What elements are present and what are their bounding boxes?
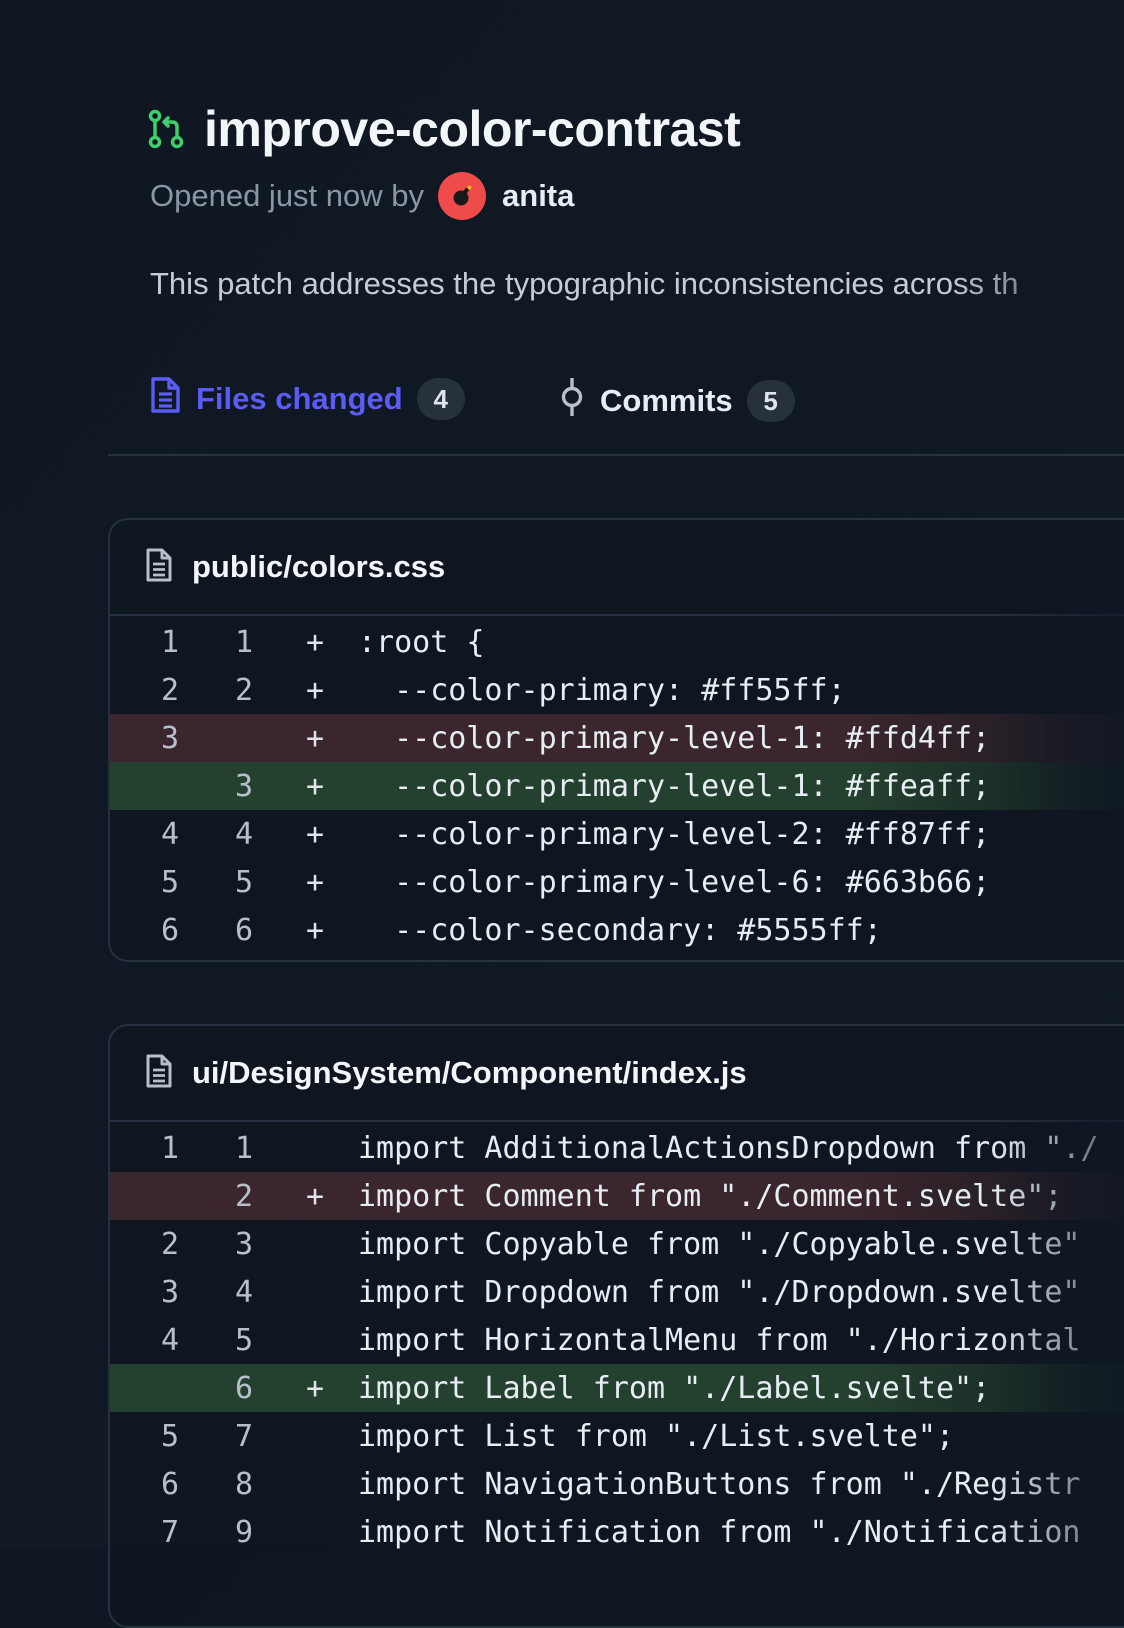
diff-line[interactable]: 2 3 import Copyable from "./Copyable.svelt… (110, 1220, 1124, 1268)
diff-line[interactable]: 1 1 import AdditionalActionsDropdown from … (110, 1124, 1124, 1172)
diff-line[interactable]: 6 6 + --color-secondary: #5555ff; (110, 906, 1124, 954)
diff-sign: + (305, 816, 325, 852)
diff-sign: + (305, 912, 325, 948)
file-header[interactable]: public/colors.css (110, 520, 1124, 616)
file-name[interactable]: ui/DesignSystem/Component/index.js (192, 1055, 747, 1091)
file-diff-card: public/colors.css 1 1 + :root { 2 2 + --color-… (108, 518, 1124, 962)
new-line-number: 2 (234, 672, 254, 708)
code-text: --color-secondary: #5555ff; (358, 912, 882, 948)
tab-files-label: Files changed (196, 381, 403, 416)
bomb-icon (453, 185, 472, 206)
new-line-number: 6 (234, 1370, 254, 1406)
file-document-icon (144, 1053, 174, 1094)
new-line-number: 8 (234, 1466, 254, 1502)
diff-line[interactable]: 3 4 import Dropdown from "./Dropdown.svelt… (110, 1268, 1124, 1316)
old-line-number: 4 (160, 816, 180, 852)
code-text: import AdditionalActionsDropdown from ".… (358, 1130, 1099, 1166)
diff-sign: + (305, 1370, 325, 1406)
files-count-badge: 4 (416, 378, 465, 420)
old-line-number: 6 (160, 912, 180, 948)
diff-line[interactable]: 7 9 import Notification from "./Notificati… (110, 1508, 1124, 1556)
avatar[interactable] (438, 172, 487, 220)
diff-line[interactable]: 1 1 + :root { (110, 618, 1124, 666)
new-line-number: 4 (234, 1274, 254, 1310)
new-line-number: 1 (234, 624, 254, 660)
old-line-number: 7 (160, 1514, 180, 1550)
diff-lines: 1 1 import AdditionalActionsDropdown from … (110, 1122, 1124, 1556)
diff-line[interactable]: 6 8 import NavigationButtons from "./Regis… (110, 1460, 1124, 1508)
file-name[interactable]: public/colors.css (192, 549, 445, 585)
code-text: --color-primary-level-6: #663b66; (358, 864, 991, 900)
git-commit-icon (558, 376, 586, 426)
diff-line[interactable]: 4 5 import HorizontalMenu from "./Horizont… (110, 1316, 1124, 1364)
diff-sign: + (305, 864, 325, 900)
code-text: --color-primary-level-1: #ffeaff; (358, 768, 991, 804)
new-line-number: 3 (234, 768, 254, 804)
tab-commits-label: Commits (600, 383, 733, 418)
pr-header: improve-color-contrast (148, 100, 741, 158)
pr-description: This patch addresses the typographic inc… (150, 266, 1019, 301)
new-line-number: 5 (234, 1322, 254, 1358)
old-line-number: 2 (160, 672, 180, 708)
code-text: --color-primary: #ff55ff; (358, 672, 846, 708)
diff-sign: + (305, 768, 325, 804)
tab-commits[interactable]: Commits 5 (558, 376, 795, 426)
diff-line[interactable]: 2 + import Comment from "./Comment.svelte"… (110, 1172, 1124, 1220)
diff-line[interactable]: 6 + import Label from "./Label.svelte"; (110, 1364, 1124, 1412)
code-text: import Label from "./Label.svelte"; (358, 1370, 991, 1406)
diff-line[interactable]: 2 2 + --color-primary: #ff55ff; (110, 666, 1124, 714)
code-text: import Comment from "./Comment.svelte"; (358, 1178, 1063, 1214)
code-text: import Copyable from "./Copyable.svelte" (358, 1226, 1081, 1262)
new-line-number: 2 (234, 1178, 254, 1214)
code-text: --color-primary-level-2: #ff87ff; (358, 816, 991, 852)
code-text: :root { (358, 624, 485, 660)
old-line-number: 1 (160, 1130, 180, 1166)
diff-sign: + (305, 672, 325, 708)
old-line-number: 3 (160, 1274, 180, 1310)
old-line-number: 6 (160, 1466, 180, 1502)
new-line-number: 9 (234, 1514, 254, 1550)
diff-lines: 1 1 + :root { 2 2 + --color-primary: #ff55ff; 3… (110, 616, 1124, 954)
commits-count-badge: 5 (746, 380, 795, 422)
code-text: import Notification from "./Notification (358, 1514, 1081, 1550)
new-line-number: 1 (234, 1130, 254, 1166)
new-line-number: 3 (234, 1226, 254, 1262)
diff-line[interactable]: 3 + --color-primary-level-1: #ffd4ff; (110, 714, 1124, 762)
code-text: import List from "./List.svelte"; (358, 1418, 955, 1454)
diff-sign: + (305, 624, 325, 660)
old-line-number: 4 (160, 1322, 180, 1358)
new-line-number: 5 (234, 864, 254, 900)
diff-sign: + (305, 1178, 325, 1214)
file-diff-card: ui/DesignSystem/Component/index.js 1 1 imp… (108, 1024, 1124, 1628)
code-text: --color-primary-level-1: #ffd4ff; (358, 720, 991, 756)
file-header[interactable]: ui/DesignSystem/Component/index.js (110, 1026, 1124, 1122)
old-line-number: 1 (160, 624, 180, 660)
author-name[interactable]: anita (502, 178, 574, 214)
tab-files-changed[interactable]: Files changed 4 (148, 376, 465, 422)
pr-title: improve-color-contrast (204, 101, 741, 157)
old-line-number: 5 (160, 864, 180, 900)
old-line-number: 3 (160, 720, 180, 756)
diff-line[interactable]: 3 + --color-primary-level-1: #ffeaff; (110, 762, 1124, 810)
diff-line[interactable]: 5 7 import List from "./List.svelte"; (110, 1412, 1124, 1460)
code-text: import Dropdown from "./Dropdown.svelte" (358, 1274, 1081, 1310)
diff-sign: + (305, 720, 325, 756)
old-line-number: 5 (160, 1418, 180, 1454)
tab-bar: Files changed 4 Commits 5 (108, 360, 1124, 456)
old-line-number: 2 (160, 1226, 180, 1262)
git-pull-request-icon (148, 109, 184, 149)
file-document-icon (148, 376, 182, 422)
file-document-icon (144, 547, 174, 588)
code-text: import NavigationButtons from "./Registr (358, 1466, 1081, 1502)
opened-label: Opened just now by (150, 178, 425, 213)
new-line-number: 7 (234, 1418, 254, 1454)
new-line-number: 4 (234, 816, 254, 852)
diff-line[interactable]: 4 4 + --color-primary-level-2: #ff87ff; (110, 810, 1124, 858)
diff-line[interactable]: 5 5 + --color-primary-level-6: #663b66; (110, 858, 1124, 906)
code-text: import HorizontalMenu from "./Horizontal (358, 1322, 1081, 1358)
pr-byline: Opened just now by anita (150, 172, 574, 220)
new-line-number: 6 (234, 912, 254, 948)
